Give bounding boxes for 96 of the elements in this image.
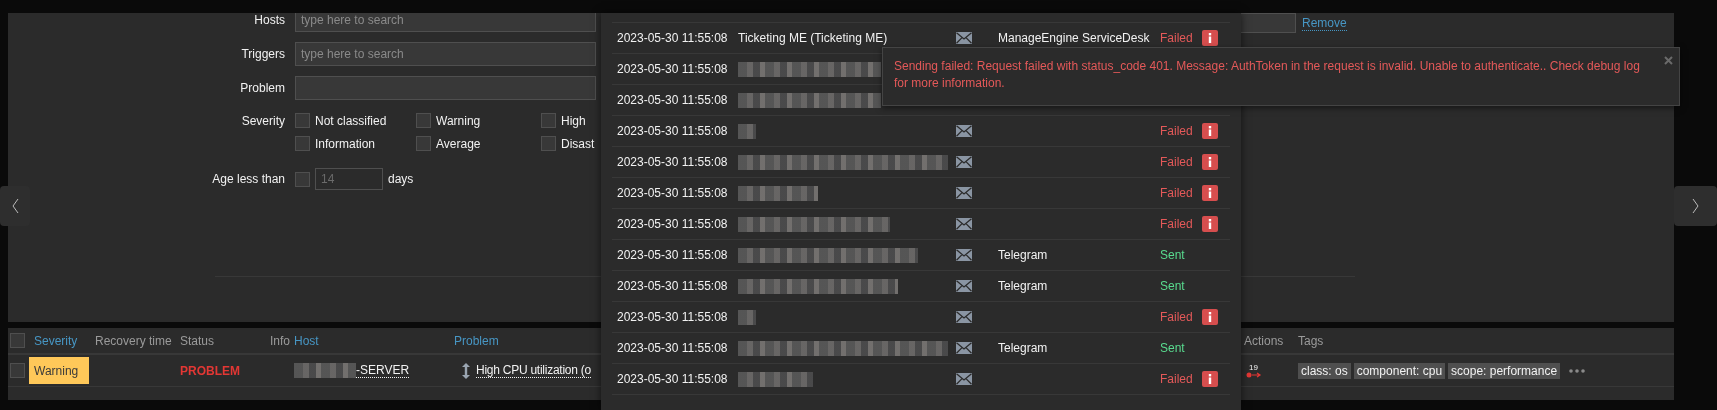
time-text: 2023-05-30 11:55:08	[617, 62, 729, 76]
media-text: Telegram	[998, 341, 1048, 355]
checkbox-label: Warning	[436, 113, 481, 128]
text-field[interactable]	[1240, 13, 1296, 33]
field-label: Severity	[240, 113, 285, 129]
envelope-icon	[956, 187, 972, 199]
time-text: 2023-05-30 11:55:08	[617, 279, 729, 293]
severity-badge: Warning	[29, 357, 89, 384]
checkbox[interactable]	[295, 136, 310, 151]
checkbox[interactable]	[295, 171, 310, 187]
envelope-icon	[956, 249, 972, 261]
column-header: Status	[180, 333, 216, 348]
envelope-icon	[956, 156, 972, 168]
status-text: Sent	[1160, 248, 1185, 262]
chevron-right-icon	[1692, 198, 1699, 214]
field-label: Age less than	[211, 171, 285, 187]
checkbox[interactable]	[10, 363, 25, 378]
info-icon[interactable]	[1202, 309, 1218, 325]
host-link[interactable]: -SERVER	[356, 363, 410, 378]
status-text: Sent	[1160, 341, 1185, 355]
status-text: Failed	[1160, 124, 1193, 138]
recipient-text: Ticketing ME (Ticketing ME)	[738, 31, 888, 45]
envelope-icon	[956, 125, 972, 137]
text-field[interactable]: type here to search	[295, 13, 596, 32]
time-text: 2023-05-30 11:55:08	[617, 217, 729, 231]
status-text: Failed	[1160, 310, 1193, 324]
time-text: 2023-05-30 11:55:08	[617, 124, 729, 138]
status-text: Failed	[1160, 155, 1193, 169]
info-icon[interactable]	[1202, 154, 1218, 170]
pixelated-area	[294, 363, 356, 378]
info-icon[interactable]	[1202, 185, 1218, 201]
chevron-left-icon	[11, 198, 19, 214]
tag[interactable]: component: cpu	[1353, 362, 1446, 379]
remove-link[interactable]: Remove	[1302, 16, 1347, 31]
column-header[interactable]: Host	[294, 333, 454, 348]
time-text: 2023-05-30 11:55:08	[617, 155, 729, 169]
checkbox[interactable]	[416, 136, 431, 151]
field-label: Hosts	[253, 13, 285, 28]
tag[interactable]: scope: performance	[1448, 362, 1561, 379]
tag[interactable]: class: os	[1298, 362, 1351, 379]
checkbox[interactable]	[416, 113, 431, 128]
text-field[interactable]	[295, 76, 596, 100]
envelope-icon	[956, 311, 972, 323]
next-button[interactable]	[1674, 186, 1717, 226]
pixelated-area	[738, 309, 756, 325]
up-down-arrow-icon	[462, 362, 470, 379]
unit-label: days	[388, 172, 414, 186]
checkbox[interactable]	[541, 136, 556, 151]
info-icon[interactable]	[1202, 371, 1218, 387]
checkbox[interactable]	[541, 113, 556, 128]
envelope-icon	[956, 218, 972, 230]
info-icon[interactable]	[1202, 123, 1218, 139]
status-text: Failed	[1160, 372, 1193, 386]
text-field[interactable]: type here to search	[295, 42, 596, 66]
more-icon[interactable]	[1569, 368, 1586, 373]
status-text: Failed	[1160, 217, 1193, 231]
time-text: 2023-05-30 11:55:08	[617, 248, 729, 262]
status-text: Failed	[1160, 31, 1193, 45]
time-text: 2023-05-30 11:55:08	[617, 372, 729, 386]
media-text: Telegram	[998, 279, 1048, 293]
time-text: 2023-05-30 11:55:08	[617, 310, 729, 324]
column-header: Recovery time	[94, 333, 173, 348]
checkbox-label: Average	[436, 136, 481, 151]
checkbox-label: Information	[315, 136, 376, 151]
envelope-icon	[956, 32, 972, 44]
media-text: ManageEngine ServiceDesk	[998, 31, 1150, 45]
column-header: Info	[269, 333, 291, 348]
time-text: 2023-05-30 11:55:08	[617, 93, 729, 107]
checkbox[interactable]	[10, 333, 25, 348]
field-label: Problem	[239, 80, 285, 96]
column-header[interactable]: Severity	[29, 333, 92, 348]
pixelated-area	[738, 123, 756, 139]
status-text: Sent	[1160, 279, 1185, 293]
message-text: Sending failed: Request failed with status_code 401. Message: AuthToken in the request is invalid. Unable to authenticate.. Check debug log for more information.	[894, 59, 1640, 90]
time-text: 2023-05-30 11:55:08	[617, 341, 729, 355]
checkbox[interactable]	[295, 113, 310, 128]
column-header: Actions	[1244, 333, 1285, 348]
checkbox-label: High	[561, 113, 586, 128]
dot-arrow-icon[interactable]	[1246, 372, 1262, 378]
field-label: Triggers	[240, 46, 285, 62]
column-header: Tags	[1298, 333, 1325, 348]
envelope-icon	[956, 280, 972, 292]
close-icon[interactable]	[1664, 56, 1673, 65]
time-text: 2023-05-30 11:55:08	[617, 186, 729, 200]
info-icon[interactable]	[1202, 30, 1218, 46]
checkbox-label: Disast	[561, 136, 595, 151]
info-icon[interactable]	[1202, 216, 1218, 232]
media-text: Telegram	[998, 248, 1048, 262]
checkbox-label: Not classified	[315, 113, 387, 128]
actions-count: 19	[1249, 363, 1258, 372]
envelope-icon	[956, 373, 972, 385]
status-text: Failed	[1160, 186, 1193, 200]
status-text: PROBLEM	[180, 363, 241, 378]
envelope-icon	[956, 342, 972, 354]
time-text: 2023-05-30 11:55:08	[617, 31, 729, 45]
problem-link[interactable]: High CPU utilization (o	[476, 363, 591, 378]
